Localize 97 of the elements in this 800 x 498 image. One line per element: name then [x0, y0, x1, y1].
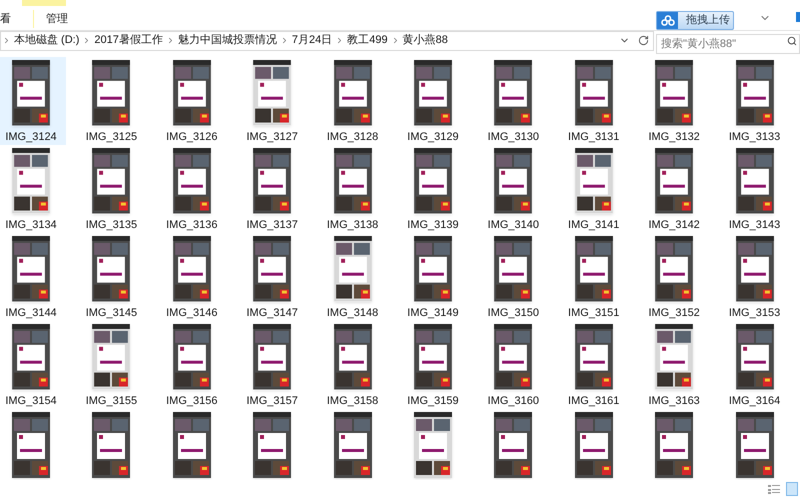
file-name: IMG_3124 [5, 130, 57, 144]
search-icon [787, 36, 797, 46]
breadcrumb-item[interactable]: 魅力中国城投票情况 [176, 32, 279, 49]
file-name: IMG_3158 [326, 394, 378, 408]
file-item[interactable]: IMG_3128 [318, 57, 388, 145]
file-item[interactable]: IMG_3146 [156, 233, 227, 321]
file-name: IMG_3130 [488, 130, 540, 144]
file-name: IMG_3152 [648, 306, 700, 320]
file-item[interactable]: IMG_3163 [639, 321, 710, 409]
file-item[interactable]: IMG_3154 [0, 321, 66, 409]
file-item[interactable]: IMG_3137 [237, 145, 308, 233]
file-item[interactable]: IMG_3124 [0, 57, 66, 145]
file-name: IMG_3142 [648, 218, 700, 232]
file-name: IMG_3126 [166, 130, 218, 144]
file-item[interactable]: IMG_3125 [76, 57, 146, 145]
file-item[interactable]: IMG_3131 [558, 57, 629, 145]
file-item[interactable]: IMG_3139 [398, 145, 468, 233]
ribbon-tab[interactable]: 看 [0, 10, 19, 28]
file-item[interactable]: IMG_3132 [639, 57, 710, 145]
file-name: IMG_3125 [86, 130, 138, 144]
breadcrumb-item[interactable]: 黄小燕88 [400, 32, 450, 49]
file-item[interactable]: IMG_3152 [639, 233, 710, 321]
file-name: IMG_3139 [407, 218, 459, 232]
file-name: IMG_3127 [246, 130, 298, 144]
file-item[interactable]: IMG_3143 [720, 145, 790, 233]
file-name: IMG_3129 [407, 130, 459, 144]
breadcrumb-item[interactable]: 教工499 [345, 32, 390, 49]
file-name: IMG_3135 [86, 218, 138, 232]
file-name: IMG_3146 [166, 306, 218, 320]
file-item[interactable]: IMG_3148 [318, 233, 388, 321]
file-item[interactable]: IMG_3140 [478, 145, 548, 233]
file-item[interactable]: IMG_3134 [0, 145, 66, 233]
file-item[interactable]: IMG_3157 [237, 321, 308, 409]
file-name: IMG_3138 [326, 218, 378, 232]
breadcrumb-item[interactable]: 7月24日 [290, 32, 334, 49]
file-item[interactable]: IMG_3160 [478, 321, 548, 409]
file-name: IMG_3140 [488, 218, 540, 232]
file-item[interactable]: IMG_3142 [639, 145, 710, 233]
file-name: IMG_3153 [728, 306, 780, 320]
ribbon-tab[interactable]: 管理 [33, 10, 80, 28]
chevron-icon [2, 36, 11, 45]
file-name: IMG_3161 [568, 394, 620, 408]
search-field[interactable]: 搜索"黄小燕88" [656, 34, 800, 54]
file-item[interactable]: IMG_3147 [237, 233, 308, 321]
file-item[interactable]: IMG_3159 [398, 321, 468, 409]
address-bar[interactable]: 本地磁盘 (D:) 2017暑假工作 魅力中国城投票情况 7月24日 教工499 黄小燕88 [0, 30, 654, 50]
file-item[interactable]: IMG_3130 [478, 57, 548, 145]
file-item[interactable]: IMG_3136 [156, 145, 227, 233]
file-item[interactable]: IMG_3144 [0, 233, 66, 321]
file-name: IMG_3141 [568, 218, 620, 232]
file-item[interactable]: IMG_3138 [318, 145, 388, 233]
file-name: IMG_3147 [246, 306, 298, 320]
file-name: IMG_3128 [326, 130, 378, 144]
thumbnail-view-icon[interactable] [786, 482, 798, 496]
file-item[interactable]: IMG_3135 [76, 145, 146, 233]
file-item[interactable]: IMG_3161 [558, 321, 629, 409]
file-name: IMG_3133 [728, 130, 780, 144]
breadcrumb-item[interactable]: 本地磁盘 (D:) [12, 32, 82, 49]
breadcrumb-item[interactable]: 2017暑假工作 [92, 32, 165, 49]
file-item[interactable]: IMG_3145 [76, 233, 146, 321]
details-view-icon[interactable] [768, 484, 780, 494]
file-item[interactable]: IMG_3149 [398, 233, 468, 321]
file-item[interactable]: IMG_3151 [558, 233, 629, 321]
file-name: IMG_3150 [488, 306, 540, 320]
refresh-icon[interactable] [638, 35, 649, 46]
file-item[interactable]: IMG_3141 [558, 145, 629, 233]
file-name: IMG_3144 [5, 306, 57, 320]
file-name: IMG_3149 [407, 306, 459, 320]
file-item[interactable]: IMG_3153 [720, 233, 790, 321]
file-name: IMG_3132 [648, 130, 700, 144]
file-name: IMG_3156 [166, 394, 218, 408]
file-item[interactable]: IMG_3156 [156, 321, 227, 409]
file-name: IMG_3136 [166, 218, 218, 232]
file-item[interactable]: IMG_3129 [398, 57, 468, 145]
file-name: IMG_3137 [246, 218, 298, 232]
file-item[interactable]: IMG_3150 [478, 233, 548, 321]
file-name: IMG_3143 [728, 218, 780, 232]
file-item[interactable]: IMG_3126 [156, 57, 227, 145]
file-name: IMG_3164 [728, 394, 780, 408]
file-name: IMG_3151 [568, 306, 620, 320]
file-name: IMG_3131 [568, 130, 620, 144]
upload-button[interactable]: 拖拽上传 [656, 11, 734, 30]
cloud-icon [660, 15, 674, 26]
file-item[interactable]: IMG_3133 [720, 57, 790, 145]
file-item[interactable]: IMG_3155 [76, 321, 146, 409]
file-item[interactable]: IMG_3127 [237, 57, 308, 145]
file-name: IMG_3155 [86, 394, 138, 408]
file-name: IMG_3160 [488, 394, 540, 408]
file-name: IMG_3145 [86, 306, 138, 320]
file-name: IMG_3134 [5, 218, 57, 232]
file-name: IMG_3163 [648, 394, 700, 408]
file-name: IMG_3159 [407, 394, 459, 408]
file-item[interactable]: IMG_3164 [720, 321, 790, 409]
file-name: IMG_3154 [5, 394, 57, 408]
file-name: IMG_3157 [246, 394, 298, 408]
file-name: IMG_3148 [326, 306, 378, 320]
file-item[interactable]: IMG_3158 [318, 321, 388, 409]
